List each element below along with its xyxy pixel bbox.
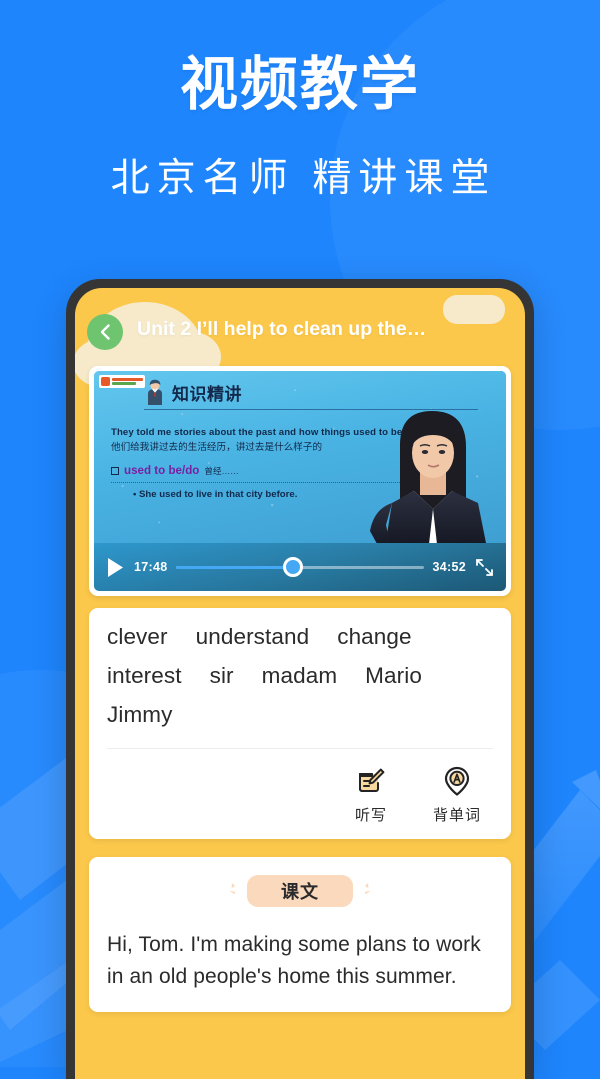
video-player-card[interactable]: 知识精讲 They told me stories about the past… xyxy=(89,366,511,596)
page-subtitle: 北京名师 精讲课堂 xyxy=(110,156,497,200)
video-controls[interactable]: 17:48 34:52 xyxy=(94,543,506,591)
logo-text-bars xyxy=(112,377,143,386)
chevron-left-icon xyxy=(100,324,110,340)
dictation-label: 听写 xyxy=(354,807,387,824)
lesson-unit-title: Unit 2 I’ll help to clean up the… xyxy=(137,318,427,340)
word-item[interactable]: interest xyxy=(107,663,182,689)
word-pin-a-icon xyxy=(444,766,470,796)
page-title: 视频教学 xyxy=(179,52,420,117)
logo-mark xyxy=(101,377,110,386)
slide-point-cn: 曾经…… xyxy=(204,465,239,476)
slide-example-text: She used to live in that city before. xyxy=(139,489,298,501)
progress-fill xyxy=(176,565,293,569)
word-item[interactable]: clever xyxy=(107,624,168,650)
lesson-paragraph: Hi, Tom. I'm making some plans to work i… xyxy=(107,933,481,988)
memorize-words-label: 背单词 xyxy=(432,807,481,824)
phone-mockup: Unit 2 I’ll help to clean up the… 知识精讲 T… xyxy=(66,279,534,1079)
hero-section: 视频教学 北京名师 精讲课堂 xyxy=(0,52,600,203)
word-item[interactable]: madam xyxy=(262,663,338,689)
word-item[interactable]: change xyxy=(337,624,411,650)
progress-slider[interactable] xyxy=(176,557,424,577)
lesson-title: 课文 xyxy=(281,882,319,902)
app-screen: Unit 2 I’ll help to clean up the… 知识精讲 T… xyxy=(75,288,525,1079)
teacher-video-inset xyxy=(370,405,506,543)
word-item[interactable]: sir xyxy=(210,663,234,689)
dictation-note-icon xyxy=(358,768,385,792)
lesson-text-card: 课文 Hi, Tom. I'm making some plans to wor… xyxy=(89,857,511,1012)
dictation-button[interactable]: 听写 xyxy=(355,765,387,825)
course-logo xyxy=(99,375,145,388)
lesson-slide: 知识精讲 They told me stories about the past… xyxy=(94,371,506,543)
word-item[interactable]: Jimmy xyxy=(107,702,172,728)
word-actions: 听写 背单词 xyxy=(107,749,493,825)
word-list: clever understand change interest sir ma… xyxy=(107,624,493,728)
word-item[interactable]: understand xyxy=(196,624,310,650)
slide-heading-title: 知识精讲 xyxy=(172,385,242,404)
expand-icon[interactable] xyxy=(475,558,494,577)
word-item[interactable]: Mario xyxy=(365,663,422,689)
slide-point-en: used to be/do xyxy=(124,464,200,478)
checkbox-outline-icon xyxy=(111,466,119,475)
memorize-words-button[interactable]: 背单词 xyxy=(433,765,481,825)
total-time: 34:52 xyxy=(432,560,466,574)
app-header: Unit 2 I’ll help to clean up the… xyxy=(75,288,525,388)
video-surface[interactable]: 知识精讲 They told me stories about the past… xyxy=(94,371,506,591)
sparkle-icon xyxy=(229,883,235,895)
teacher-icon xyxy=(148,379,162,405)
back-button[interactable] xyxy=(87,314,123,350)
lesson-title-pill: 课文 xyxy=(247,875,353,907)
word-list-card: clever understand change interest sir ma… xyxy=(89,608,511,839)
lesson-heading-row: 课文 xyxy=(107,875,493,907)
current-time: 17:48 xyxy=(134,560,168,574)
sparkle-icon xyxy=(365,883,371,895)
teacher-figure xyxy=(370,411,486,543)
progress-knob[interactable] xyxy=(282,557,303,577)
play-icon[interactable] xyxy=(106,557,125,578)
